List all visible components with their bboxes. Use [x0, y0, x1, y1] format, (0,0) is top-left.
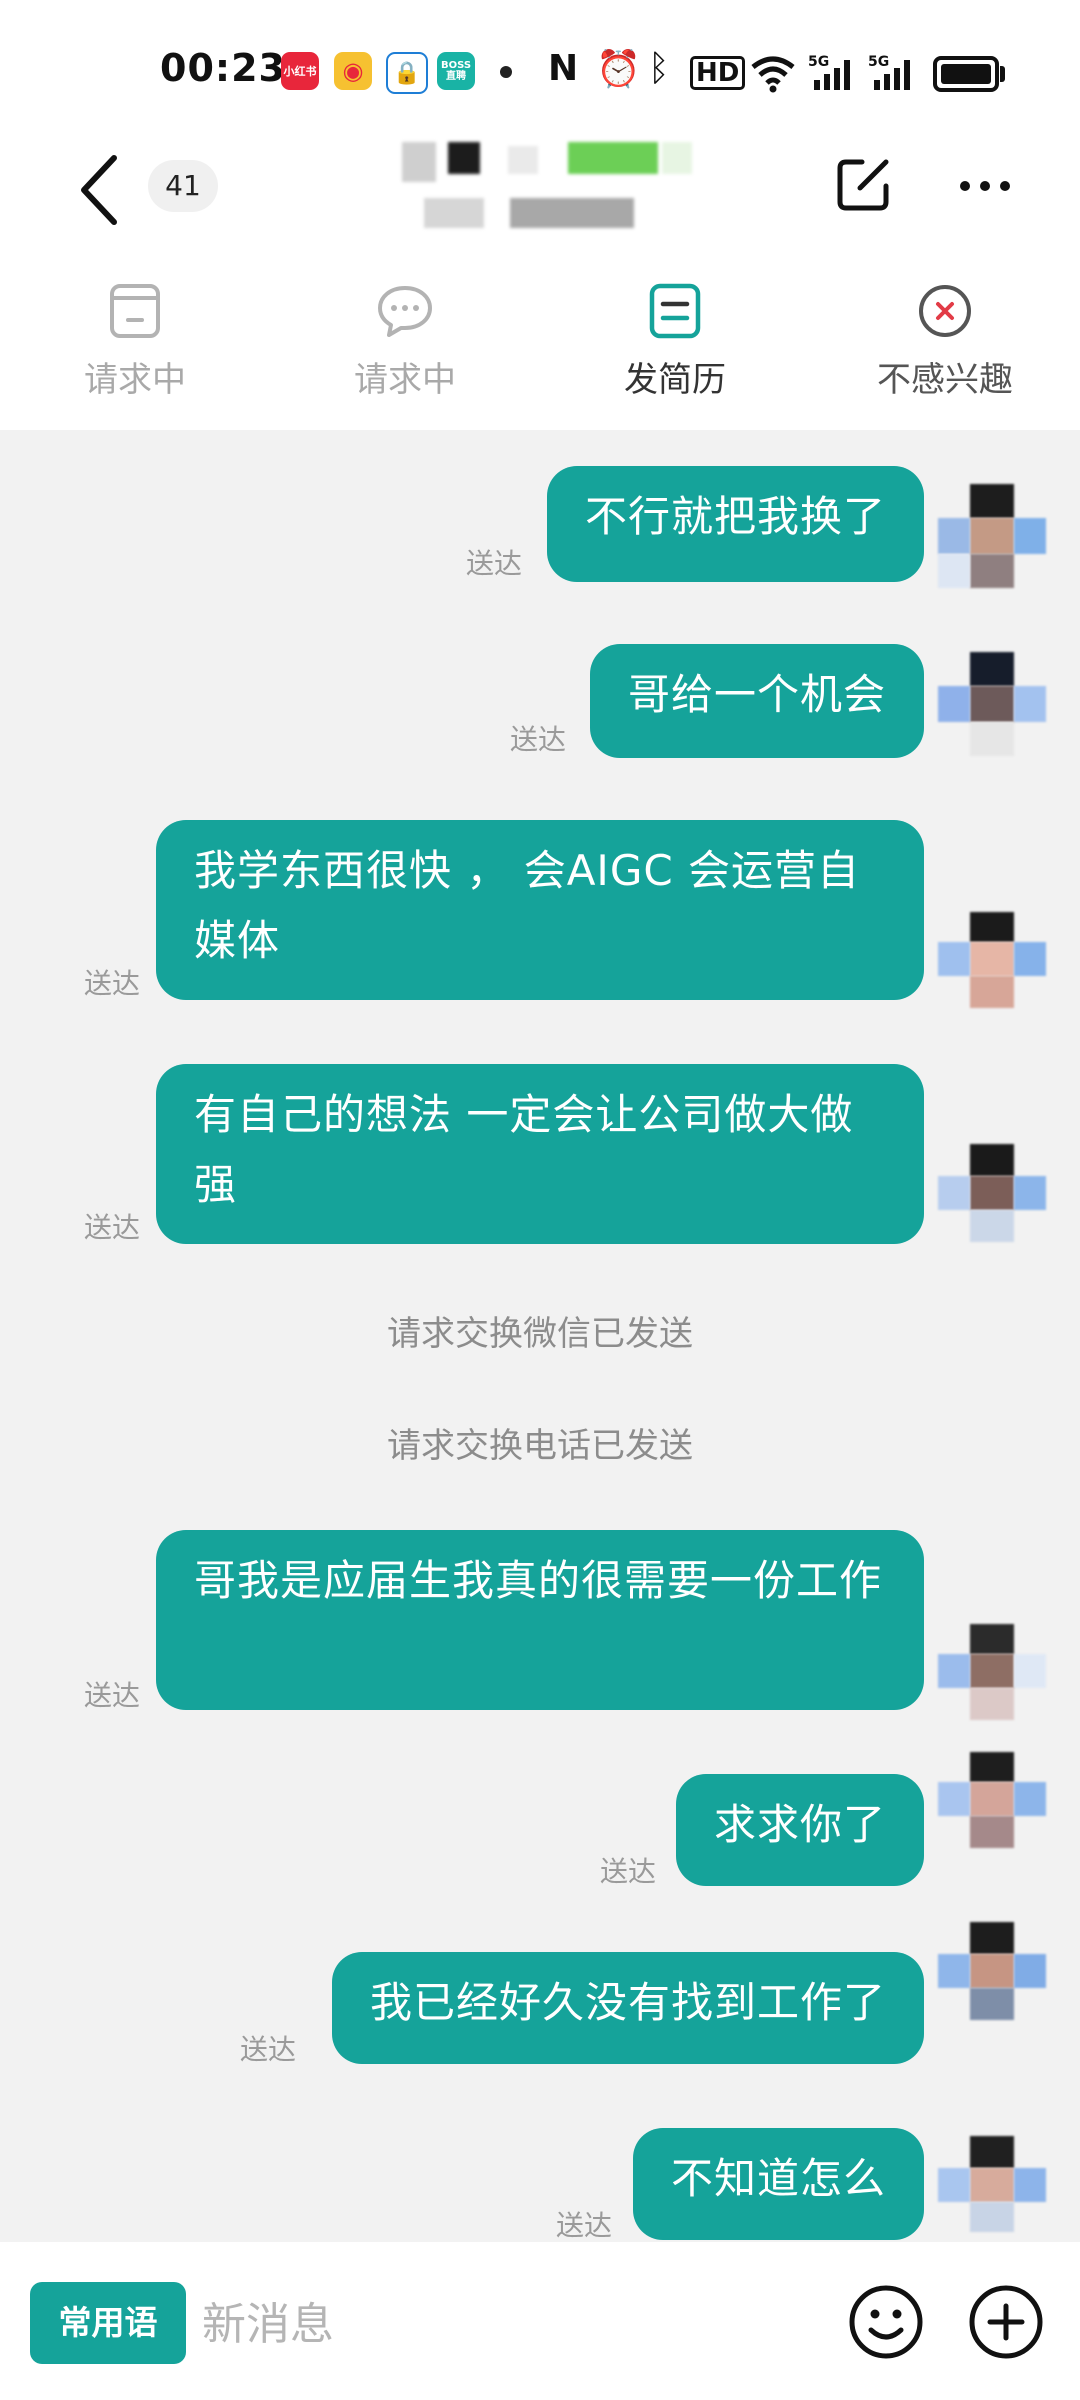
message-text: 我学东西很快 ， 会AIGC 会运营自媒体 — [194, 846, 861, 965]
message-input[interactable] — [200, 2282, 824, 2366]
avatar[interactable] — [938, 652, 1050, 764]
more-actions-button[interactable] — [966, 2282, 1046, 2362]
message-status: 送达 — [510, 723, 567, 756]
message-status: 送达 — [240, 2033, 297, 2066]
avatar[interactable] — [938, 1922, 1050, 2034]
action-request-resume[interactable]: 请求中 — [25, 280, 245, 420]
message-status: 送达 — [556, 2209, 613, 2242]
message-bubble[interactable]: 有自己的想法 一定会让公司做大做强 — [156, 1064, 924, 1244]
more-options-button[interactable] — [955, 156, 1015, 216]
message-text: 哥我是应届生我真的很需要一份工作 — [194, 1556, 883, 1605]
weibo-app-icon: ◉ — [334, 52, 372, 90]
chat-message-list[interactable]: 不行就把我换了 送达 哥给一个机会 送达 我学东西很快 ， 会AIGC 会运营自… — [0, 430, 1080, 2242]
message-text: 不行就把我换了 — [584, 492, 886, 541]
plus-icon — [969, 2285, 1043, 2359]
unread-count-badge: 41 — [148, 160, 218, 212]
message-text: 我已经好久没有找到工作了 — [369, 1978, 886, 2027]
status-time: 00:23 — [160, 46, 286, 90]
message-text: 哥给一个机会 — [627, 670, 886, 719]
action-not-interested[interactable]: 不感兴趣 — [835, 280, 1055, 420]
message-text: 有自己的想法 一定会让公司做大做强 — [194, 1090, 854, 1209]
message-status: 送达 — [466, 547, 523, 580]
message-bubble[interactable]: 哥给一个机会 — [589, 644, 924, 758]
input-bar: 常用语 — [0, 2242, 1080, 2400]
smiley-icon — [849, 2285, 923, 2359]
message-status: 送达 — [84, 1211, 141, 1244]
message-status: 送达 — [600, 1855, 657, 1888]
send-resume-icon — [649, 283, 701, 339]
avatar[interactable] — [938, 484, 1050, 596]
chat-header: 41 — [0, 140, 1080, 270]
not-interested-icon — [919, 285, 971, 337]
action-row: 请求中 请求中 发简历 不感兴趣 — [0, 270, 1080, 430]
avatar[interactable] — [938, 1752, 1050, 1864]
system-message: 请求交换微信已发送 — [387, 1314, 693, 1354]
contact-name-redacted[interactable] — [398, 140, 698, 230]
resume-request-icon — [110, 284, 160, 338]
alarm-icon: ⏰ — [596, 49, 641, 90]
message-status: 送达 — [84, 967, 141, 1000]
svg-text:5G: 5G — [868, 54, 889, 70]
message-text: 不知道怎么 — [670, 2154, 886, 2203]
avatar[interactable] — [938, 1144, 1050, 1256]
hd-icon: HD — [690, 56, 746, 90]
edit-icon — [837, 159, 889, 211]
message-bubble[interactable]: 不行就把我换了 — [546, 466, 924, 582]
xiaohongshu-app-icon: 小红书 — [281, 52, 319, 90]
message-status: 送达 — [84, 1679, 141, 1712]
avatar[interactable] — [938, 912, 1050, 1024]
edit-button[interactable] — [832, 152, 896, 216]
wifi-icon — [751, 56, 795, 93]
message-bubble[interactable]: 不知道怎么 — [632, 2128, 924, 2240]
system-message: 请求交换电话已发送 — [387, 1426, 693, 1466]
action-label: 发简历 — [624, 360, 726, 400]
message-bubble[interactable]: 求求你了 — [675, 1774, 924, 1886]
battery-icon — [933, 56, 999, 92]
chevron-left-icon — [81, 155, 117, 225]
emoji-button[interactable] — [846, 2282, 926, 2362]
action-request-chat[interactable]: 请求中 — [295, 280, 515, 420]
boss-app-icon: BOSS 直聘 — [437, 52, 475, 90]
nfc-icon: N — [548, 48, 579, 89]
status-bar: 00:23 小红书 ◉ 🔒 BOSS 直聘 N ⏰ ᛒ HD 5G 5G — [0, 0, 1080, 140]
more-dots-icon — [960, 181, 1010, 191]
bluetooth-icon: ᛒ — [648, 48, 670, 89]
action-label: 请求中 — [84, 360, 186, 400]
notification-dot-icon — [500, 66, 512, 78]
svg-text:5G: 5G — [808, 54, 829, 70]
message-text: 求求你了 — [713, 1800, 886, 1849]
message-bubble[interactable]: 我已经好久没有找到工作了 — [331, 1952, 924, 2064]
message-bubble[interactable]: 我学东西很快 ， 会AIGC 会运营自媒体 — [156, 820, 924, 1000]
action-label: 请求中 — [354, 360, 456, 400]
action-send-resume[interactable]: 发简历 — [565, 280, 785, 420]
common-phrases-button[interactable]: 常用语 — [30, 2282, 186, 2364]
battery-tip — [1000, 66, 1005, 82]
back-button[interactable] — [70, 150, 130, 230]
message-bubble[interactable]: 哥我是应届生我真的很需要一份工作 — [156, 1530, 924, 1710]
signal-5g-icon: 5G — [808, 54, 850, 90]
avatar[interactable] — [938, 2136, 1050, 2242]
chat-bubble-icon — [378, 286, 432, 337]
signal-5g-icon-2: 5G — [868, 54, 910, 90]
avatar[interactable] — [938, 1624, 1050, 1736]
action-label: 不感兴趣 — [877, 360, 1013, 400]
lock-app-icon: 🔒 — [386, 52, 428, 94]
